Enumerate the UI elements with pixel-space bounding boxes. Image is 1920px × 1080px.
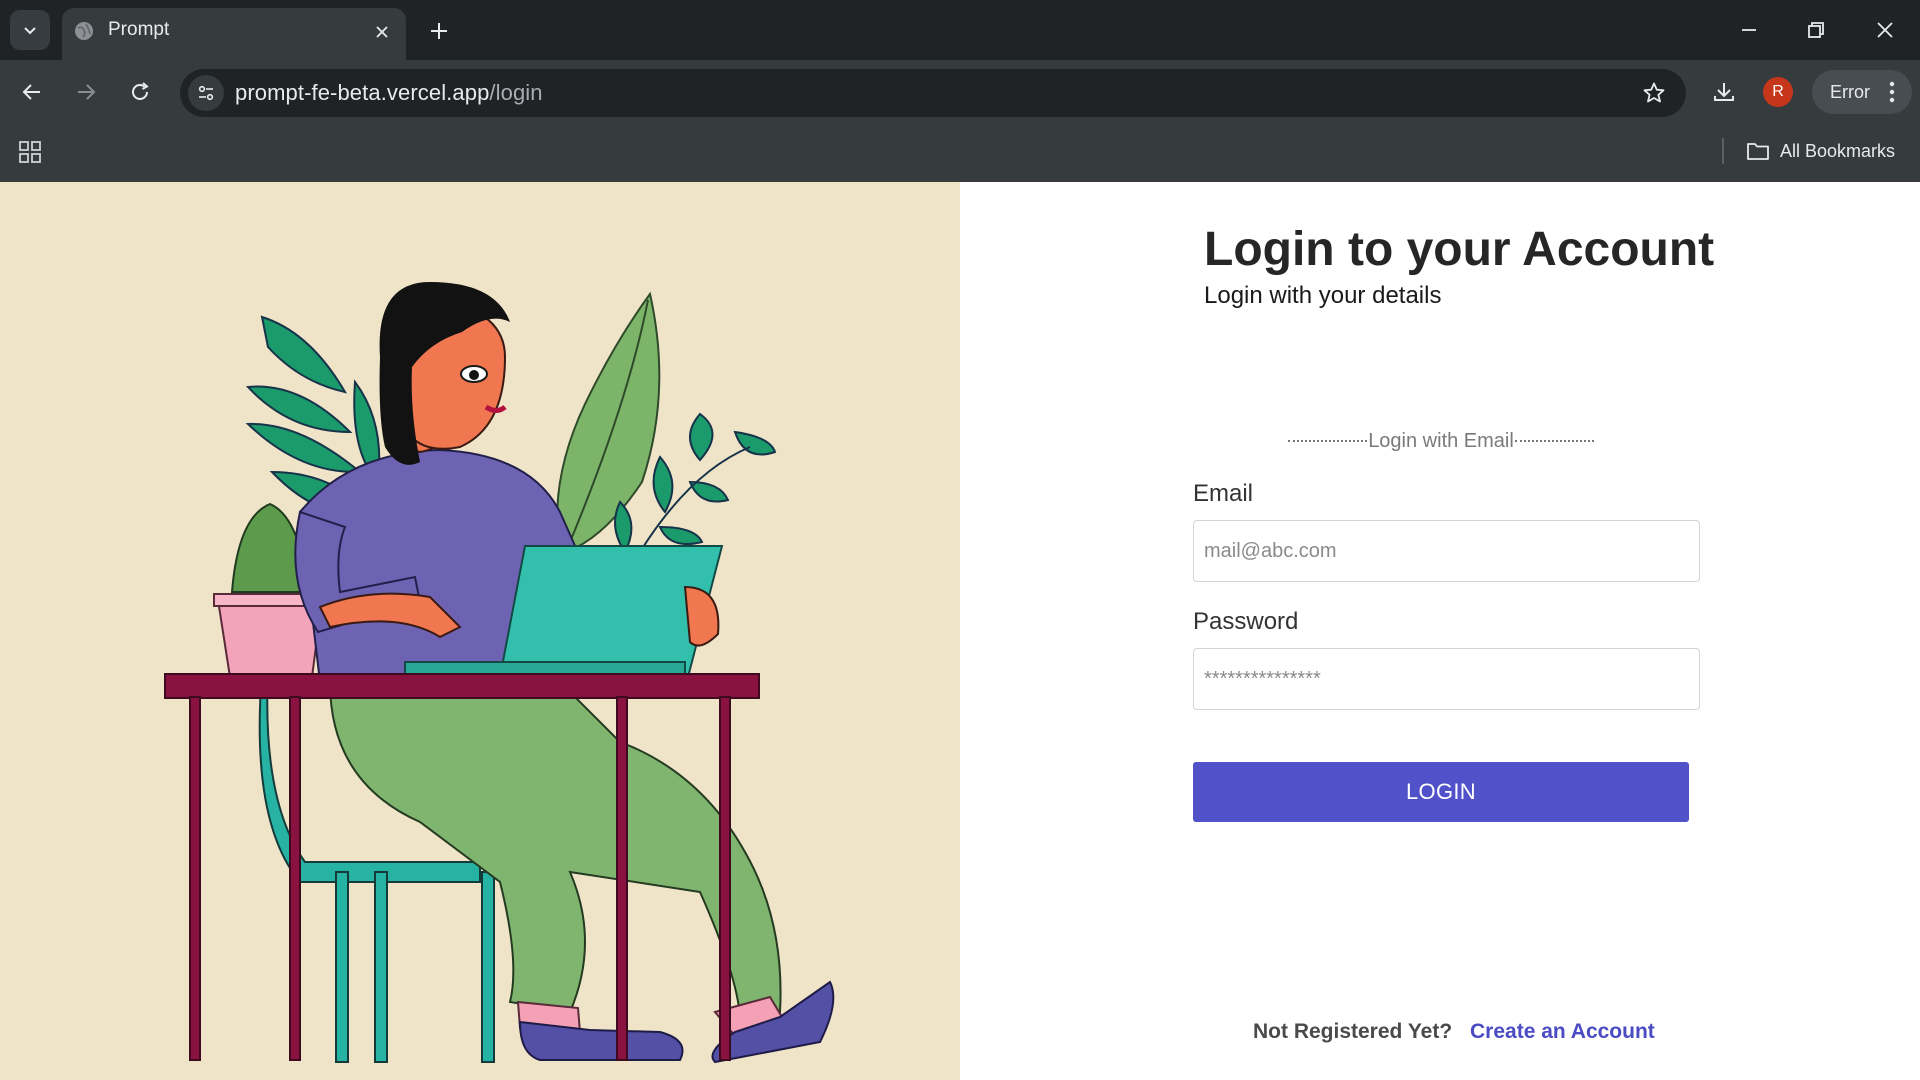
active-tab[interactable]: Prompt: [62, 8, 406, 60]
browser-tab-strip: Prompt: [0, 0, 1920, 60]
restore-icon: [1808, 22, 1824, 38]
arrow-right-icon: [78, 84, 96, 100]
grid-icon: [19, 141, 41, 163]
url-host: prompt-fe-beta.vercel.app: [235, 80, 490, 105]
restore-button[interactable]: [1791, 8, 1841, 52]
downloads-button[interactable]: [1706, 74, 1742, 110]
more-vertical-icon: [1889, 81, 1895, 103]
menu-button[interactable]: [1884, 80, 1900, 104]
bookmark-star-button[interactable]: [1640, 79, 1668, 107]
chevron-down-icon: [24, 27, 36, 35]
close-icon: [376, 26, 388, 38]
browser-toolbar: prompt-fe-beta.vercel.app/login R Error: [0, 60, 1920, 122]
profile-error-chip[interactable]: Error: [1812, 70, 1912, 114]
download-icon: [1714, 83, 1734, 101]
password-label: Password: [1193, 608, 1299, 635]
profile-avatar[interactable]: R: [1763, 77, 1793, 107]
divider-dots-right: [1514, 440, 1594, 442]
url-text: prompt-fe-beta.vercel.app/login: [235, 80, 543, 106]
password-field[interactable]: [1193, 648, 1700, 710]
login-method-divider: Login with Email: [1288, 426, 1594, 456]
site-info-button[interactable]: [188, 75, 224, 111]
forward-button[interactable]: [66, 72, 106, 112]
apps-button[interactable]: [16, 138, 44, 166]
arrow-left-icon: [22, 84, 40, 100]
new-tab-button[interactable]: [422, 14, 456, 48]
star-icon: [1643, 82, 1665, 103]
page-subtitle: Login with your details: [1204, 282, 1442, 309]
close-icon: [1877, 22, 1893, 38]
tab-title: Prompt: [108, 19, 170, 40]
address-bar[interactable]: prompt-fe-beta.vercel.app/login: [180, 69, 1686, 117]
minimize-button[interactable]: [1724, 8, 1774, 52]
woman-with-laptop-illustration: [164, 282, 835, 1064]
divider-label: Login with Email: [1368, 429, 1514, 452]
bookmarks-divider: [1722, 138, 1724, 164]
bookmarks-bar: All Bookmarks: [0, 122, 1920, 182]
login-page: Login to your Account Login with your de…: [0, 182, 1920, 1080]
register-prompt-row: Not Registered Yet? Create an Account: [1253, 1020, 1655, 1044]
login-button[interactable]: LOGIN: [1193, 762, 1689, 822]
divider-dots-left: [1288, 440, 1368, 442]
email-label: Email: [1193, 480, 1254, 507]
tune-icon: [198, 85, 214, 101]
url-path: /login: [489, 80, 543, 105]
tab-close-button[interactable]: [368, 18, 396, 46]
globe-icon: [75, 22, 93, 40]
folder-icon: [1747, 143, 1769, 160]
hero-illustration: [0, 182, 960, 1080]
email-field[interactable]: [1193, 520, 1700, 582]
all-bookmarks-button[interactable]: All Bookmarks: [1746, 136, 1895, 166]
create-account-link[interactable]: Create an Account: [1470, 1020, 1655, 1043]
reload-icon: [132, 82, 149, 100]
error-label: Error: [1830, 82, 1870, 102]
close-window-button[interactable]: [1860, 8, 1910, 52]
reload-button[interactable]: [120, 72, 160, 112]
back-button[interactable]: [12, 72, 52, 112]
plus-icon: [431, 23, 447, 39]
all-bookmarks-label: All Bookmarks: [1780, 140, 1896, 161]
register-question: Not Registered Yet?: [1253, 1020, 1453, 1043]
minimize-icon: [1742, 29, 1756, 31]
page-title: Login to your Account: [1204, 223, 1715, 276]
tab-search-button[interactable]: [10, 10, 50, 50]
